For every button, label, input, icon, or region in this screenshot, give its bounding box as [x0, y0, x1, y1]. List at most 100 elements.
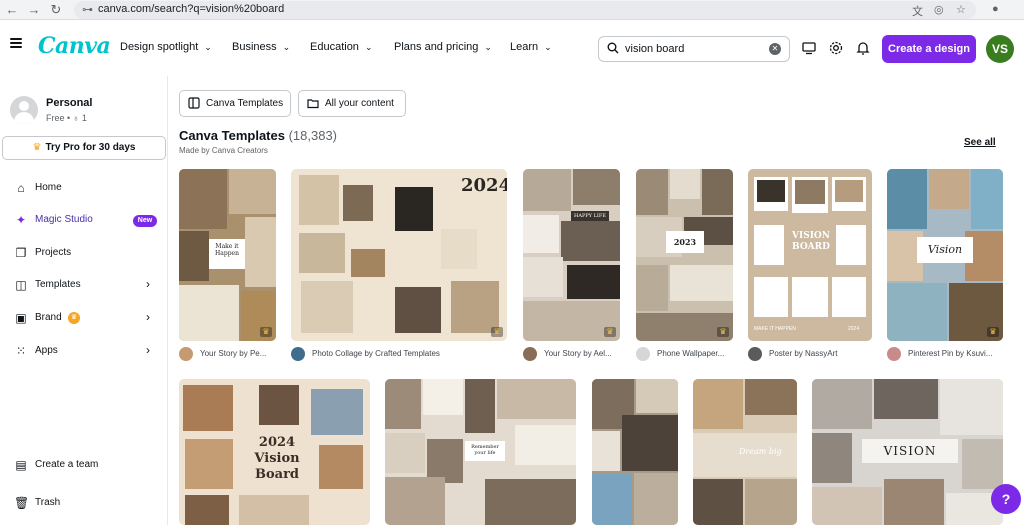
account-plan: Free • ♁ 1 — [46, 113, 87, 123]
template-count: (18,383) — [288, 128, 338, 143]
sidebar: Personal Free • ♁ 1 ♛ Try Pro for 30 days… — [0, 76, 168, 525]
card-title-overlay: Vision — [917, 237, 973, 263]
avatar[interactable]: VS — [986, 35, 1014, 63]
top-navigation: Canva Design spotlight ⌄ Business ⌄ Educat… — [0, 20, 1024, 76]
canva-logo[interactable]: Canva — [38, 33, 111, 59]
try-pro-button[interactable]: ♛ Try Pro for 30 days — [2, 136, 166, 160]
chevron-down-icon: ⌄ — [544, 42, 552, 52]
translate-icon[interactable]: 文 — [912, 3, 923, 19]
card-caption[interactable]: Poster by NassyArt — [748, 347, 872, 361]
search-box[interactable]: ✕ — [598, 36, 790, 62]
templates-icon: ◫ — [15, 278, 27, 292]
folder-icon: ❐ — [15, 246, 27, 260]
sidebar-item-apps[interactable]: ⁙ Apps › — [0, 341, 168, 363]
nav-education[interactable]: Education ⌄ — [310, 41, 372, 53]
nav-plans-pricing[interactable]: Plans and pricing ⌄ — [394, 41, 492, 53]
creator-avatar — [179, 347, 193, 361]
template-card[interactable]: VISION BOARD MAKE IT HAPPEN 2024 — [748, 169, 872, 341]
template-card[interactable]: Remember your life — [385, 379, 576, 525]
account-avatar[interactable] — [10, 96, 38, 124]
address-bar[interactable]: ⊶ canva.com/search?q=vision%20board — [74, 1, 976, 19]
clear-search-icon[interactable]: ✕ — [769, 43, 781, 55]
folder-icon — [307, 99, 319, 109]
gear-icon[interactable] — [828, 40, 844, 56]
chevron-down-icon: ⌄ — [364, 42, 373, 52]
card-title-overlay: 2024 — [461, 175, 507, 196]
chevron-down-icon: ⌄ — [282, 42, 291, 52]
create-design-button[interactable]: Create a design — [882, 35, 976, 63]
sparkle-icon: ✦ — [15, 213, 27, 227]
template-card[interactable]: VISION — [812, 379, 1003, 525]
chevron-down-icon: ⌄ — [204, 42, 212, 52]
sidebar-item-trash[interactable]: 🗑 Trash — [0, 493, 168, 515]
eye-off-icon[interactable]: ◎ — [934, 3, 944, 16]
crown-icon: ♛ — [260, 327, 272, 337]
sidebar-item-magic-studio[interactable]: ✦ Magic Studio New — [0, 210, 168, 232]
help-button[interactable]: ? — [991, 484, 1021, 514]
card-title-overlay: 2024 Vision Board — [254, 435, 300, 482]
card-title-overlay: Remember your life — [465, 441, 505, 461]
card-title-overlay: VISION BOARD — [792, 231, 830, 252]
back-icon[interactable]: ← — [4, 2, 20, 18]
card-title-overlay: 2023 — [666, 231, 704, 253]
card-title-overlay: VISION — [862, 439, 958, 463]
chevron-right-icon: › — [146, 277, 150, 291]
card-caption[interactable]: Pinterest Pin by Ksuvi... — [887, 347, 1003, 361]
account-name[interactable]: Personal — [46, 97, 92, 109]
template-card[interactable]: 2024 Vision Board — [179, 379, 370, 525]
template-card[interactable]: HAPPY LIFE ♛ — [523, 169, 620, 341]
creator-avatar — [748, 347, 762, 361]
team-icon: ▤ — [15, 458, 27, 472]
browser-toolbar: ← → ↻ ⊶ canva.com/search?q=vision%20boar… — [0, 0, 1024, 20]
reload-icon[interactable]: ↻ — [48, 2, 64, 18]
bell-icon[interactable] — [855, 40, 871, 56]
trash-icon: 🗑 — [14, 496, 30, 510]
search-input[interactable] — [625, 41, 765, 57]
template-card[interactable]: 2023 ♛ — [636, 169, 733, 341]
chevron-right-icon: › — [146, 310, 150, 324]
crown-icon: ♛ — [987, 327, 999, 337]
crown-icon: ♛ — [68, 312, 80, 324]
template-card[interactable]: 2024 ♛ — [291, 169, 507, 341]
url-text: canva.com/search?q=vision%20board — [98, 3, 285, 15]
tab-canva-templates[interactable]: Canva Templates — [179, 90, 291, 117]
card-title-overlay: Make it Happen — [209, 239, 245, 269]
crown-icon: ♛ — [717, 327, 729, 337]
card-caption[interactable]: Your Story by Ael... — [523, 347, 620, 361]
card-caption[interactable]: Your Story by Pe... — [179, 347, 276, 361]
nav-learn[interactable]: Learn ⌄ — [510, 41, 552, 53]
bookmark-star-icon[interactable]: ☆ — [956, 3, 966, 16]
creator-avatar — [523, 347, 537, 361]
sidebar-item-projects[interactable]: ❐ Projects — [0, 243, 168, 265]
apps-icon: ⁙ — [15, 344, 27, 358]
profile-icon[interactable]: ● — [992, 3, 999, 15]
crown-icon: ♛ — [491, 327, 503, 337]
see-all-link[interactable]: See all — [964, 137, 996, 148]
template-card[interactable] — [592, 379, 678, 525]
nav-design-spotlight[interactable]: Design spotlight ⌄ — [120, 41, 212, 53]
sidebar-item-brand[interactable]: ▣ Brand ♛ › — [0, 308, 168, 330]
sidebar-item-create-team[interactable]: ▤ Create a team — [0, 455, 168, 477]
template-card[interactable]: Make it Happen ♛ — [179, 169, 276, 341]
sidebar-item-home[interactable]: ⌂ Home — [0, 178, 168, 200]
site-info-icon[interactable]: ⊶ — [82, 3, 93, 16]
creator-avatar — [636, 347, 650, 361]
card-caption[interactable]: Phone Wallpaper... — [636, 347, 733, 361]
desktop-app-icon[interactable] — [801, 40, 817, 56]
card-title-overlay: Dream big — [739, 447, 782, 456]
search-icon — [607, 42, 619, 54]
template-card[interactable]: Dream big — [693, 379, 797, 525]
chevron-down-icon: ⌄ — [484, 42, 492, 52]
sidebar-item-templates[interactable]: ◫ Templates › — [0, 275, 168, 297]
template-card[interactable]: Vision ♛ — [887, 169, 1003, 341]
card-caption[interactable]: Photo Collage by Crafted Templates — [291, 347, 507, 361]
card-footer-text: MAKE IT HAPPEN — [754, 326, 796, 332]
crown-icon: ♛ — [604, 327, 616, 337]
home-icon: ⌂ — [17, 181, 25, 195]
nav-business[interactable]: Business ⌄ — [232, 41, 290, 53]
brand-icon: ▣ — [15, 311, 27, 325]
templates-icon — [188, 97, 200, 109]
forward-icon[interactable]: → — [26, 2, 42, 18]
menu-icon[interactable] — [10, 38, 22, 48]
tab-all-your-content[interactable]: All your content — [298, 90, 406, 117]
